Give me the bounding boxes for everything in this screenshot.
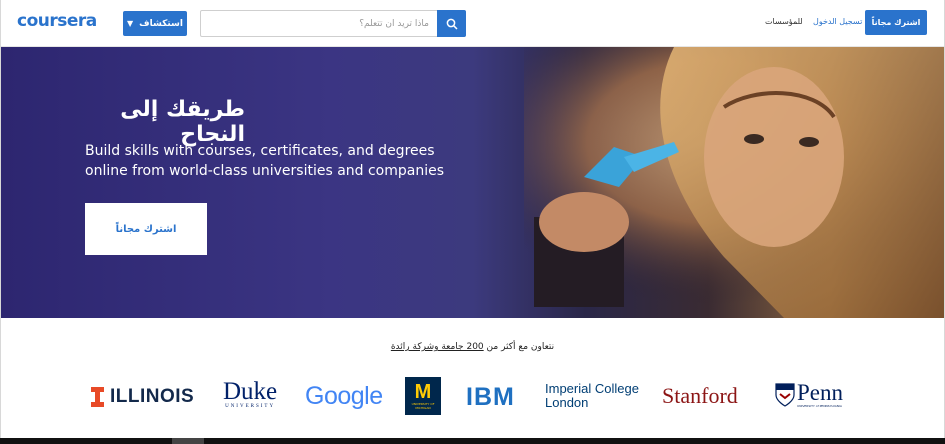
login-link[interactable]: تسجيل الدخول <box>813 17 862 26</box>
hero-subtitle: Build skills with courses, certificates,… <box>85 143 445 179</box>
duke-logo[interactable]: Duke UNIVERSITY <box>223 379 277 409</box>
taskbar-strip <box>0 438 945 444</box>
partners-link[interactable]: 200 جامعة وشركة رائدة <box>391 342 484 352</box>
michigan-logo[interactable]: M UNIVERSITY OF MICHIGAN <box>405 377 441 415</box>
for-institutions-link[interactable]: للمؤسسات <box>765 17 803 26</box>
explore-button[interactable]: ▼ استكشاف <box>123 11 187 36</box>
search-icon <box>446 18 458 30</box>
partners-heading: نتعاون مع أكثر من 200 جامعة وشركة رائدة <box>0 342 945 352</box>
penn-logo[interactable]: Penn UNIVERSITY of PENNSYLVANIA <box>775 381 843 408</box>
join-free-button[interactable]: اشترك مجاناً <box>865 10 927 35</box>
google-logo[interactable]: Google <box>305 382 383 411</box>
top-header: coursera ▼ استكشاف للمؤسسات تسجيل الدخول… <box>1 0 944 47</box>
partner-logos: ILLINOIS Duke UNIVERSITY Google M UNIVER… <box>0 374 945 420</box>
hero-photo <box>524 47 944 318</box>
search-box <box>200 10 466 37</box>
stanford-logo[interactable]: Stanford <box>662 383 738 409</box>
imperial-college-logo[interactable]: Imperial College London <box>545 382 639 410</box>
illinois-logo[interactable]: ILLINOIS <box>91 386 194 408</box>
coursera-logo[interactable]: coursera <box>17 11 97 31</box>
taskbar-segment <box>172 438 204 444</box>
search-button[interactable] <box>437 10 466 37</box>
ibm-logo[interactable]: IBM <box>466 383 515 412</box>
hero-title: طريقك إلى النجاح <box>120 97 245 147</box>
hero-join-button[interactable]: اشترك مجاناً <box>85 203 207 255</box>
search-input[interactable] <box>201 11 437 36</box>
chevron-down-icon: ▼ <box>127 19 134 28</box>
partners-heading-prefix: نتعاون مع أكثر من <box>486 342 555 352</box>
illinois-block-i-icon <box>91 387 104 407</box>
hero-banner: طريقك إلى النجاح Build skills with cours… <box>1 47 944 318</box>
explore-label: استكشاف <box>139 18 183 29</box>
penn-shield-icon <box>775 383 795 407</box>
